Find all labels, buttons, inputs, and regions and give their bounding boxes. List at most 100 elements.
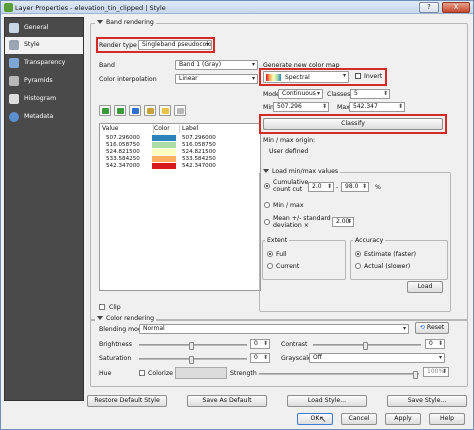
histogram-icon (9, 94, 19, 104)
colorize-color-button[interactable] (175, 367, 227, 379)
ok-button[interactable]: OK (297, 413, 333, 425)
blending-mode-select[interactable]: Normal (139, 324, 409, 334)
column-header-label: Label (182, 125, 199, 132)
load-colors-button[interactable] (144, 105, 156, 116)
cut-low-spinbox[interactable]: 2.0 (308, 182, 334, 192)
color-swatch[interactable] (152, 163, 176, 169)
sidebar-item-label: Pyramids (24, 77, 53, 84)
mean-std-radio[interactable] (264, 219, 270, 225)
paintbrush-icon (9, 40, 19, 50)
row-label: 542.347000 (182, 163, 216, 169)
minmax-label: Min / max (273, 202, 304, 209)
extent-full-radio[interactable] (267, 251, 273, 257)
apply-button[interactable]: Apply (385, 413, 421, 425)
help-title-button[interactable]: ? (419, 2, 439, 13)
minmax-radio[interactable] (264, 202, 270, 208)
color-swatch[interactable] (152, 142, 176, 148)
sort-classes-button[interactable] (129, 105, 141, 116)
table-row[interactable]: 524.821500 524.821500 (100, 149, 260, 155)
clip-checkbox[interactable] (99, 304, 105, 310)
row-value: 516.058750 (106, 142, 140, 148)
render-type-highlight (96, 37, 215, 53)
load-icon (147, 108, 154, 114)
sidebar-item-transparency[interactable]: Transparency (5, 55, 83, 72)
mode-select[interactable]: Continuous (278, 89, 323, 99)
save-style-button[interactable]: Save Style... (387, 395, 467, 407)
band-select[interactable]: Band 1 (Gray) (175, 60, 258, 70)
brightness-label: Brightness (99, 341, 132, 348)
color-interpolation-select[interactable]: Linear (175, 74, 258, 84)
extent-current-radio[interactable] (267, 263, 273, 269)
collapse-triangle-icon (97, 20, 103, 24)
sidebar-item-pyramids[interactable]: Pyramids (5, 73, 83, 90)
color-rendering-title[interactable]: Color rendering (95, 315, 157, 322)
std-dev-spinbox[interactable]: 2.00 (332, 217, 354, 227)
accuracy-estimate-radio[interactable] (355, 251, 361, 257)
accuracy-actual-radio[interactable] (355, 263, 361, 269)
row-label: 507.296000 (182, 135, 216, 141)
table-row[interactable]: 542.347000 542.347000 (100, 163, 260, 169)
saturation-spinbox[interactable]: 0 (250, 353, 270, 363)
open-file-button[interactable] (159, 105, 171, 116)
load-minmax-title[interactable]: Load min/max values (261, 168, 341, 175)
sidebar-item-style[interactable]: Style (5, 37, 83, 54)
color-classes-table[interactable]: Value Color Label 507.296000 507.296000 … (99, 123, 261, 291)
colorize-checkbox[interactable] (139, 370, 145, 376)
slider-handle[interactable] (363, 342, 368, 350)
color-swatch[interactable] (152, 135, 176, 141)
restore-default-style-button[interactable]: Restore Default Style (87, 395, 167, 407)
row-value: 533.584250 (106, 156, 140, 162)
sidebar-item-label: Style (24, 41, 40, 48)
max-label: Max (337, 104, 350, 111)
export-colors-button[interactable] (174, 105, 186, 116)
accuracy-group (350, 240, 448, 280)
band-label: Band (99, 62, 115, 69)
table-row[interactable]: 533.584250 533.584250 (100, 156, 260, 162)
contrast-slider[interactable] (313, 342, 421, 350)
table-row[interactable]: 507.296000 507.296000 (100, 135, 260, 141)
sidebar-item-histogram[interactable]: Histogram (5, 91, 83, 108)
row-value: 542.347000 (106, 163, 140, 169)
sidebar-item-label: Histogram (24, 95, 57, 102)
table-row[interactable]: 516.058750 516.058750 (100, 142, 260, 148)
slider-handle[interactable] (413, 371, 418, 379)
min-input[interactable]: 507.296 (273, 102, 329, 112)
slider-handle[interactable] (189, 356, 194, 364)
cancel-button[interactable]: Cancel (341, 413, 377, 425)
grayscale-select[interactable]: Off (309, 353, 445, 363)
cumulative-count-radio[interactable] (264, 183, 270, 189)
reset-button[interactable]: ⟲ Reset (415, 322, 449, 334)
strength-slider[interactable] (259, 371, 419, 379)
brightness-spinbox[interactable]: 0 (250, 339, 270, 349)
load-minmax-button[interactable]: Load (407, 281, 443, 293)
extent-full-label: Full (276, 251, 287, 258)
brightness-slider[interactable] (139, 342, 247, 350)
add-class-button[interactable] (99, 105, 111, 116)
grayscale-label: Grayscale (281, 355, 312, 362)
cumulative-count-label: Cumulative count cut (273, 179, 309, 193)
remove-class-button[interactable] (114, 105, 126, 116)
max-input[interactable]: 542.347 (349, 102, 405, 112)
accuracy-actual-label: Actual (slower) (364, 263, 411, 270)
contrast-spinbox[interactable]: 0 (425, 339, 445, 349)
close-window-button[interactable]: X (442, 2, 470, 13)
reset-icon: ⟲ (419, 324, 427, 331)
band-rendering-title[interactable]: Band rendering (95, 19, 156, 26)
load-style-button[interactable]: Load Style... (287, 395, 367, 407)
save-as-default-button[interactable]: Save As Default (187, 395, 267, 407)
color-swatch[interactable] (152, 156, 176, 162)
minus-icon (117, 108, 124, 114)
row-label: 533.584250 (182, 156, 216, 162)
saturation-slider[interactable] (139, 356, 247, 364)
help-button[interactable]: Help (429, 413, 465, 425)
sidebar-item-general[interactable]: General (5, 20, 83, 37)
strength-spinbox[interactable]: 100% (423, 367, 449, 377)
sidebar-item-label: Transparency (24, 59, 66, 66)
slider-handle[interactable] (189, 342, 194, 350)
qgis-app-icon (4, 3, 13, 12)
classes-spinbox[interactable]: 5 (350, 89, 390, 99)
cut-high-spinbox[interactable]: 98.0 (341, 182, 369, 192)
sidebar-item-metadata[interactable]: Metadata (5, 109, 83, 126)
plus-icon (102, 108, 109, 114)
color-swatch[interactable] (152, 149, 176, 155)
